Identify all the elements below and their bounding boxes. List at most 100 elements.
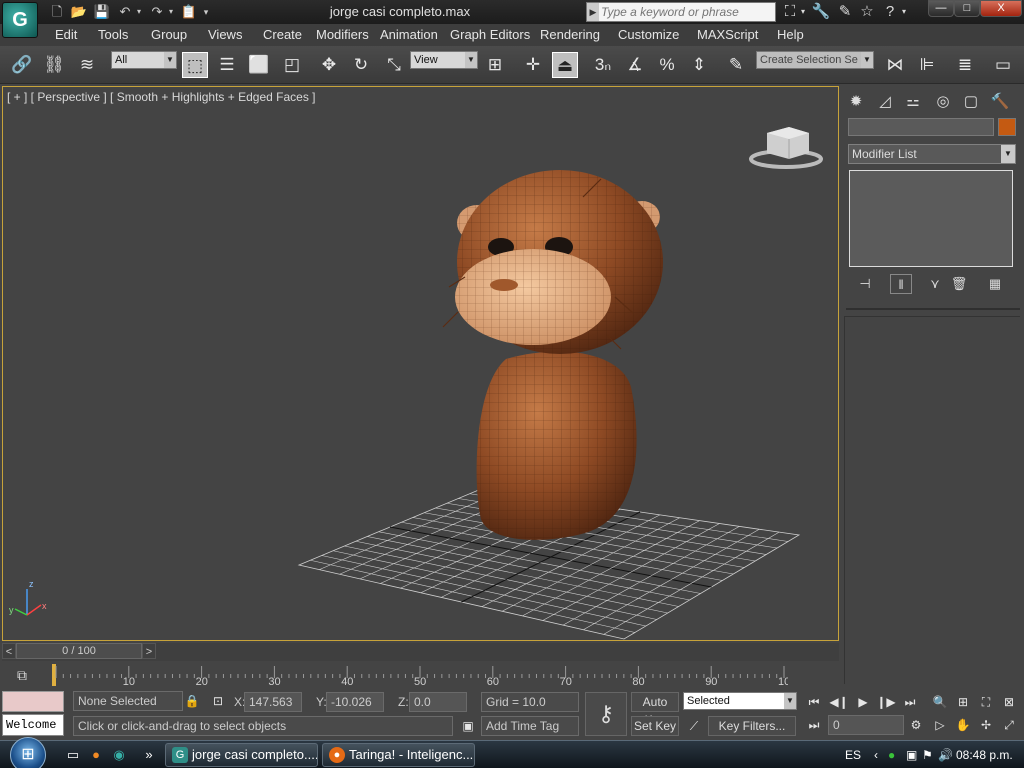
menu-create[interactable]: Create: [263, 24, 302, 46]
select-and-rotate-icon[interactable]: ↻: [348, 52, 374, 78]
select-and-manipulate-icon[interactable]: ✛: [520, 52, 546, 78]
communication-center-icon[interactable]: ✎: [834, 2, 856, 22]
pan-view-icon[interactable]: ✋: [953, 715, 973, 735]
time-slider-thumb[interactable]: 0 / 100: [16, 643, 142, 659]
track-bar-ruler[interactable]: 10 20 30 40 50 60 70 80 90 100: [52, 664, 788, 686]
3dsmax-icon[interactable]: ◉: [110, 746, 128, 764]
modifier-stack[interactable]: [849, 170, 1013, 267]
time-tag-icon[interactable]: ▣: [458, 716, 478, 736]
maxscript-listener-mini[interactable]: [2, 691, 64, 712]
search-options-dropdown-icon[interactable]: ▾: [798, 2, 808, 22]
zoom-all-icon[interactable]: ⊞: [953, 692, 973, 712]
taskbar-item-3dsmax[interactable]: G jorge casi completo....: [165, 743, 318, 767]
window-crossing-icon[interactable]: ◰: [279, 52, 305, 78]
menu-help[interactable]: Help: [777, 24, 804, 46]
help-dropdown-icon[interactable]: ▾: [899, 2, 909, 22]
key-mode-dropdown[interactable]: Selected ▼: [683, 692, 797, 710]
object-name-field[interactable]: [848, 118, 994, 136]
select-object-icon[interactable]: ⬚: [182, 52, 208, 78]
object-color-swatch[interactable]: [998, 118, 1016, 136]
search-expand-icon[interactable]: ▶: [587, 3, 599, 21]
select-by-name-icon[interactable]: ☰: [214, 52, 240, 78]
edit-named-selection-icon[interactable]: ✎: [723, 52, 749, 78]
subscription-key-icon[interactable]: 🔧: [810, 2, 832, 22]
taskbar-item-firefox[interactable]: ● Taringa! - Inteligenc...: [322, 743, 475, 767]
application-button[interactable]: G: [2, 2, 38, 38]
set-key-mode-icon[interactable]: ⚷: [585, 692, 627, 736]
zoom-icon[interactable]: 🔍: [930, 692, 950, 712]
unlink-selection-icon[interactable]: ⛓: [41, 52, 67, 78]
scene-canvas[interactable]: z x y: [3, 87, 839, 641]
angle-snap-icon[interactable]: ∡: [622, 52, 648, 78]
time-configuration-icon[interactable]: ⚙: [906, 715, 926, 735]
next-frame-icon[interactable]: ❙▶: [876, 692, 896, 712]
close-button[interactable]: X: [980, 0, 1022, 17]
network-tray-icon[interactable]: ▣: [906, 746, 917, 764]
maximize-viewport-icon[interactable]: ⤢: [999, 715, 1019, 735]
quick-access-dropdown-icon[interactable]: ▾: [200, 3, 212, 21]
menu-modifiers[interactable]: Modifiers: [316, 24, 369, 46]
set-key-button[interactable]: Set Key: [631, 716, 679, 736]
viewcube[interactable]: [749, 127, 823, 169]
field-of-view-icon[interactable]: ▷: [930, 715, 950, 735]
save-file-icon[interactable]: 💾: [93, 3, 111, 21]
lock-selection-icon[interactable]: 🔒: [182, 691, 202, 711]
perspective-viewport[interactable]: z x y [ + ] [ Perspective ] [ Smooth + H…: [2, 86, 839, 641]
menu-views[interactable]: Views: [208, 24, 242, 46]
mirror-icon[interactable]: ⋈: [882, 52, 908, 78]
previous-frame-icon[interactable]: ◀❙: [829, 692, 849, 712]
layer-manager-icon[interactable]: ≣: [952, 52, 978, 78]
select-and-move-icon[interactable]: ✥: [316, 52, 342, 78]
maxscript-mini-listener-input[interactable]: Welcome: [2, 714, 64, 736]
utilities-tab-icon[interactable]: 🔨: [988, 90, 1012, 114]
menu-edit[interactable]: Edit: [55, 24, 77, 46]
x-coordinate-field[interactable]: 147.563: [244, 692, 302, 712]
graphite-ribbon-icon[interactable]: ▭: [990, 52, 1016, 78]
time-slider-prev-button[interactable]: <: [2, 643, 16, 659]
redo-dropdown-icon[interactable]: ▾: [166, 3, 176, 21]
display-tab-icon[interactable]: ▢: [959, 90, 983, 114]
current-frame-field[interactable]: 0: [828, 715, 904, 735]
monkey-body[interactable]: [476, 351, 637, 540]
monkey-head[interactable]: [442, 170, 663, 354]
menu-rendering[interactable]: Rendering: [540, 24, 600, 46]
selection-filter-dropdown[interactable]: All ▼: [111, 51, 177, 69]
open-mini-curve-editor-icon[interactable]: ⧉: [10, 666, 34, 684]
named-selection-sets-dropdown[interactable]: Create Selection Se ▼: [756, 51, 874, 69]
keyboard-shortcut-override-icon[interactable]: ⏏: [552, 52, 578, 78]
volume-tray-icon[interactable]: 🔊: [938, 746, 953, 764]
bind-to-space-warp-icon[interactable]: ≋: [74, 52, 100, 78]
minimize-button[interactable]: —: [928, 0, 954, 17]
key-filters-button[interactable]: Key Filters...: [708, 716, 796, 736]
menu-animation[interactable]: Animation: [380, 24, 438, 46]
redo-icon[interactable]: ↷: [148, 3, 166, 21]
tray-expand-icon[interactable]: ‹: [874, 746, 878, 764]
select-and-scale-icon[interactable]: ⤡: [381, 52, 407, 78]
percent-snap-icon[interactable]: %: [654, 52, 680, 78]
make-unique-icon[interactable]: ⋎: [924, 274, 946, 294]
key-mode-toggle-icon[interactable]: ⏭: [804, 715, 824, 735]
align-icon[interactable]: ⊫: [914, 52, 940, 78]
snaps-toggle-icon[interactable]: 3ₙ: [590, 52, 616, 78]
start-button[interactable]: ⊞: [10, 737, 46, 768]
open-file-icon[interactable]: 📂: [70, 3, 88, 21]
modifier-list-dropdown[interactable]: Modifier List ▼: [848, 144, 1016, 164]
time-slider-next-button[interactable]: >: [142, 643, 156, 659]
undo-dropdown-icon[interactable]: ▾: [134, 3, 144, 21]
remove-modifier-icon[interactable]: 🗑: [948, 274, 970, 294]
spinner-snap-icon[interactable]: ⇕: [686, 52, 712, 78]
modify-tab-icon[interactable]: ◿: [873, 90, 897, 114]
orbit-icon[interactable]: ✢: [976, 715, 996, 735]
zoom-extents-all-icon[interactable]: ⊠: [999, 692, 1019, 712]
z-coordinate-field[interactable]: 0.0: [409, 692, 467, 712]
undo-icon[interactable]: ↶: [116, 3, 134, 21]
project-folder-icon[interactable]: 📋: [180, 3, 198, 21]
search-input[interactable]: [601, 3, 773, 21]
y-coordinate-field[interactable]: -10.026: [326, 692, 384, 712]
menu-tools[interactable]: Tools: [98, 24, 128, 46]
auto-key-button[interactable]: Auto Key: [631, 692, 679, 727]
help-icon[interactable]: ?: [879, 2, 901, 22]
language-indicator[interactable]: ES: [845, 746, 861, 764]
motion-tab-icon[interactable]: ◎: [931, 90, 955, 114]
menu-maxscript[interactable]: MAXScript: [697, 24, 758, 46]
